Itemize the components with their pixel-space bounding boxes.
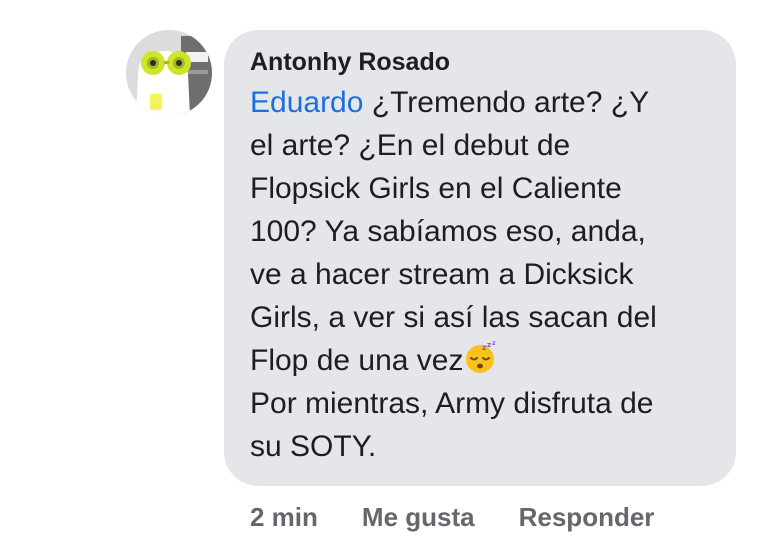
comment-actions: 2 min Me gusta Responder bbox=[250, 497, 654, 537]
comment-line-text: Flop de una vez bbox=[250, 344, 464, 377]
comment-line: Girls, a ver si así las sacan del bbox=[250, 301, 657, 334]
comment-author[interactable]: Antonhy Rosado bbox=[250, 46, 716, 78]
avatar-image bbox=[126, 30, 212, 116]
svg-text:z: z bbox=[487, 341, 491, 349]
comment-timestamp[interactable]: 2 min bbox=[250, 502, 318, 533]
mention-link[interactable]: Eduardo bbox=[250, 86, 363, 119]
comment-line: Flopsick Girls en el Caliente bbox=[250, 172, 622, 205]
avatar[interactable] bbox=[126, 30, 212, 116]
comment-line: ve a hacer stream a Dicksick bbox=[250, 258, 634, 291]
comment-line: 100? Ya sabíamos eso, anda, bbox=[250, 215, 646, 248]
comment-line: su SOTY. bbox=[250, 430, 377, 463]
comment-line: Por mientras, Army disfruta de bbox=[250, 387, 654, 420]
comment-line: el arte? ¿En el debut de bbox=[250, 129, 571, 162]
sleeping-face-icon: z z z bbox=[464, 340, 498, 374]
like-button[interactable]: Me gusta bbox=[362, 502, 475, 533]
comment-line: Flop de una vez z z z bbox=[250, 339, 716, 382]
comment-line: Eduardo ¿Tremendo arte? ¿Y bbox=[250, 81, 716, 124]
comment-text: Eduardo ¿Tremendo arte? ¿Y el arte? ¿En … bbox=[250, 81, 716, 468]
comment-bubble: Antonhy Rosado Eduardo ¿Tremendo arte? ¿… bbox=[224, 30, 736, 486]
comment-line-text: ¿Tremendo arte? ¿Y bbox=[363, 86, 650, 119]
reply-button[interactable]: Responder bbox=[519, 502, 655, 533]
svg-text:z: z bbox=[492, 340, 496, 347]
